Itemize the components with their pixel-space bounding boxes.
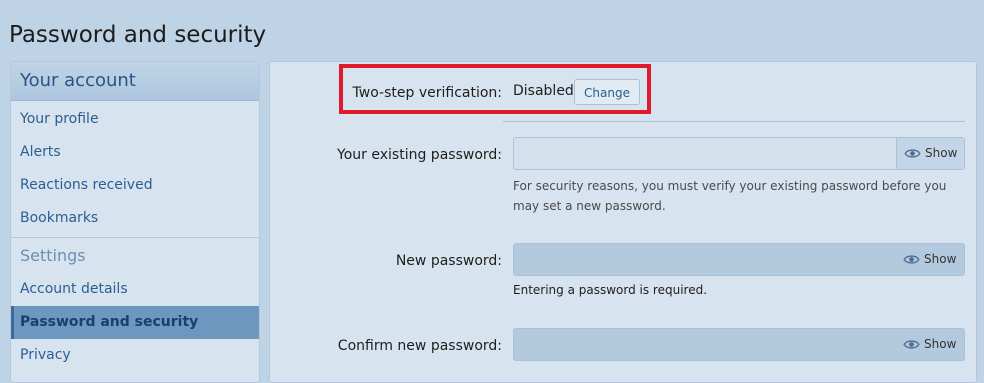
eye-icon: [903, 255, 920, 264]
sidebar-item-bookmarks[interactable]: Bookmarks: [11, 202, 259, 235]
sidebar-item-reactions-received[interactable]: Reactions received: [11, 169, 259, 202]
sidebar-item-account-details[interactable]: Account details: [11, 273, 259, 306]
sidebar-item-privacy[interactable]: Privacy: [11, 339, 259, 372]
show-existing-password-button[interactable]: Show: [896, 138, 964, 169]
show-confirm-password-button[interactable]: Show: [896, 329, 964, 360]
sidebar-header: Your account: [11, 62, 259, 101]
new-password-required-note: Entering a password is required.: [513, 283, 708, 297]
highlight-annotation: [339, 64, 651, 114]
row-divider: [503, 121, 965, 122]
page-title: Password and security: [9, 22, 267, 48]
eye-icon: [904, 149, 921, 158]
eye-icon: [903, 340, 920, 349]
sidebar-item-alerts[interactable]: Alerts: [11, 136, 259, 169]
existing-password-field[interactable]: Show: [513, 137, 965, 170]
account-sidebar: Your account Your profile Alerts Reactio…: [10, 61, 260, 383]
show-label: Show: [924, 337, 957, 351]
confirm-password-field[interactable]: Show: [513, 328, 965, 361]
sidebar-section-settings: Settings: [20, 246, 86, 265]
show-label: Show: [925, 146, 958, 160]
existing-password-hint: For security reasons, you must verify yo…: [513, 179, 947, 213]
new-password-label: New password:: [395, 253, 502, 269]
sidebar-item-your-profile[interactable]: Your profile: [11, 103, 259, 136]
existing-password-label: Your existing password:: [337, 147, 502, 163]
sidebar-item-password-and-security[interactable]: Password and security: [11, 306, 259, 339]
show-new-password-button[interactable]: Show: [896, 244, 964, 275]
show-label: Show: [924, 252, 957, 266]
new-password-field[interactable]: Show: [513, 243, 965, 276]
confirm-password-label: Confirm new password:: [337, 338, 502, 354]
